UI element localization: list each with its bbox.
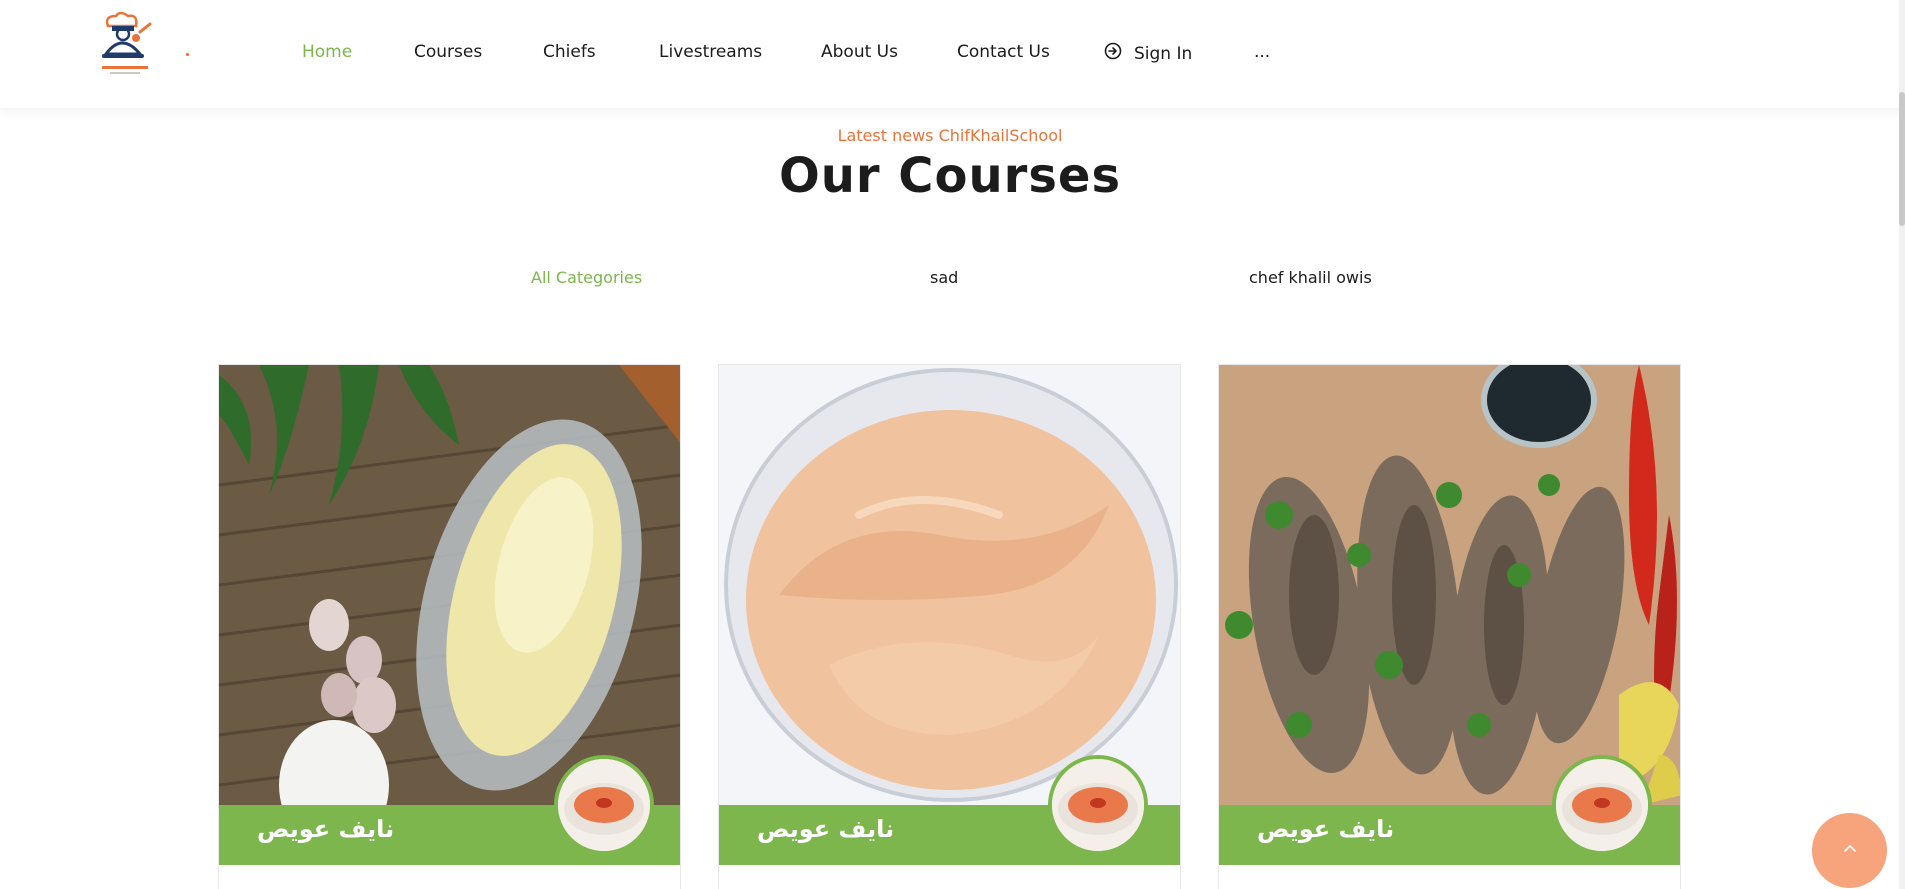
back-to-top-button[interactable]	[1812, 813, 1887, 888]
filter-sad[interactable]: sad	[930, 268, 958, 287]
section-title: Our Courses	[778, 148, 1122, 204]
filter-all-categories[interactable]: All Categories	[531, 268, 642, 287]
sign-in-label: Sign In	[1134, 43, 1193, 64]
nav-contact-us[interactable]: Contact Us	[957, 42, 1050, 62]
sign-in-icon	[1104, 42, 1122, 65]
chevron-up-icon	[1842, 841, 1858, 861]
nav-livestreams[interactable]: Livestreams	[659, 42, 762, 62]
grilled-fish-photo	[1219, 365, 1680, 805]
nav-sign-in[interactable]: Sign In	[1104, 42, 1192, 65]
author-avatar	[554, 755, 654, 855]
course-card[interactable]: نايف عويص	[718, 364, 1181, 889]
card-author-name: نايف عويص	[757, 815, 895, 843]
nav-home[interactable]: Home	[302, 42, 352, 62]
logo-dot	[186, 53, 189, 56]
card-author-name: نايف عويص	[257, 815, 395, 843]
nav-courses[interactable]: Courses	[414, 42, 482, 62]
nav-chiefs[interactable]: Chiefs	[543, 42, 596, 62]
nav-more[interactable]: ...	[1254, 42, 1270, 62]
course-card[interactable]: نايف عويص	[218, 364, 681, 889]
site-header: Home Courses Chiefs Livestreams About Us…	[0, 0, 1905, 108]
pink-sauce-photo	[719, 365, 1180, 805]
filter-chef-khalil-owis[interactable]: chef khalil owis	[1249, 268, 1372, 287]
section-subtitle: Latest news ChifKhailSchool	[837, 126, 1063, 145]
chef-logo-icon[interactable]	[96, 11, 156, 84]
card-author-name: نايف عويص	[1257, 815, 1395, 843]
nav-about-us[interactable]: About Us	[821, 42, 898, 62]
author-avatar	[1048, 755, 1148, 855]
author-avatar	[1552, 755, 1652, 855]
course-card[interactable]: نايف عويص	[1218, 364, 1681, 889]
mayonnaise-garlic-photo	[219, 365, 680, 805]
